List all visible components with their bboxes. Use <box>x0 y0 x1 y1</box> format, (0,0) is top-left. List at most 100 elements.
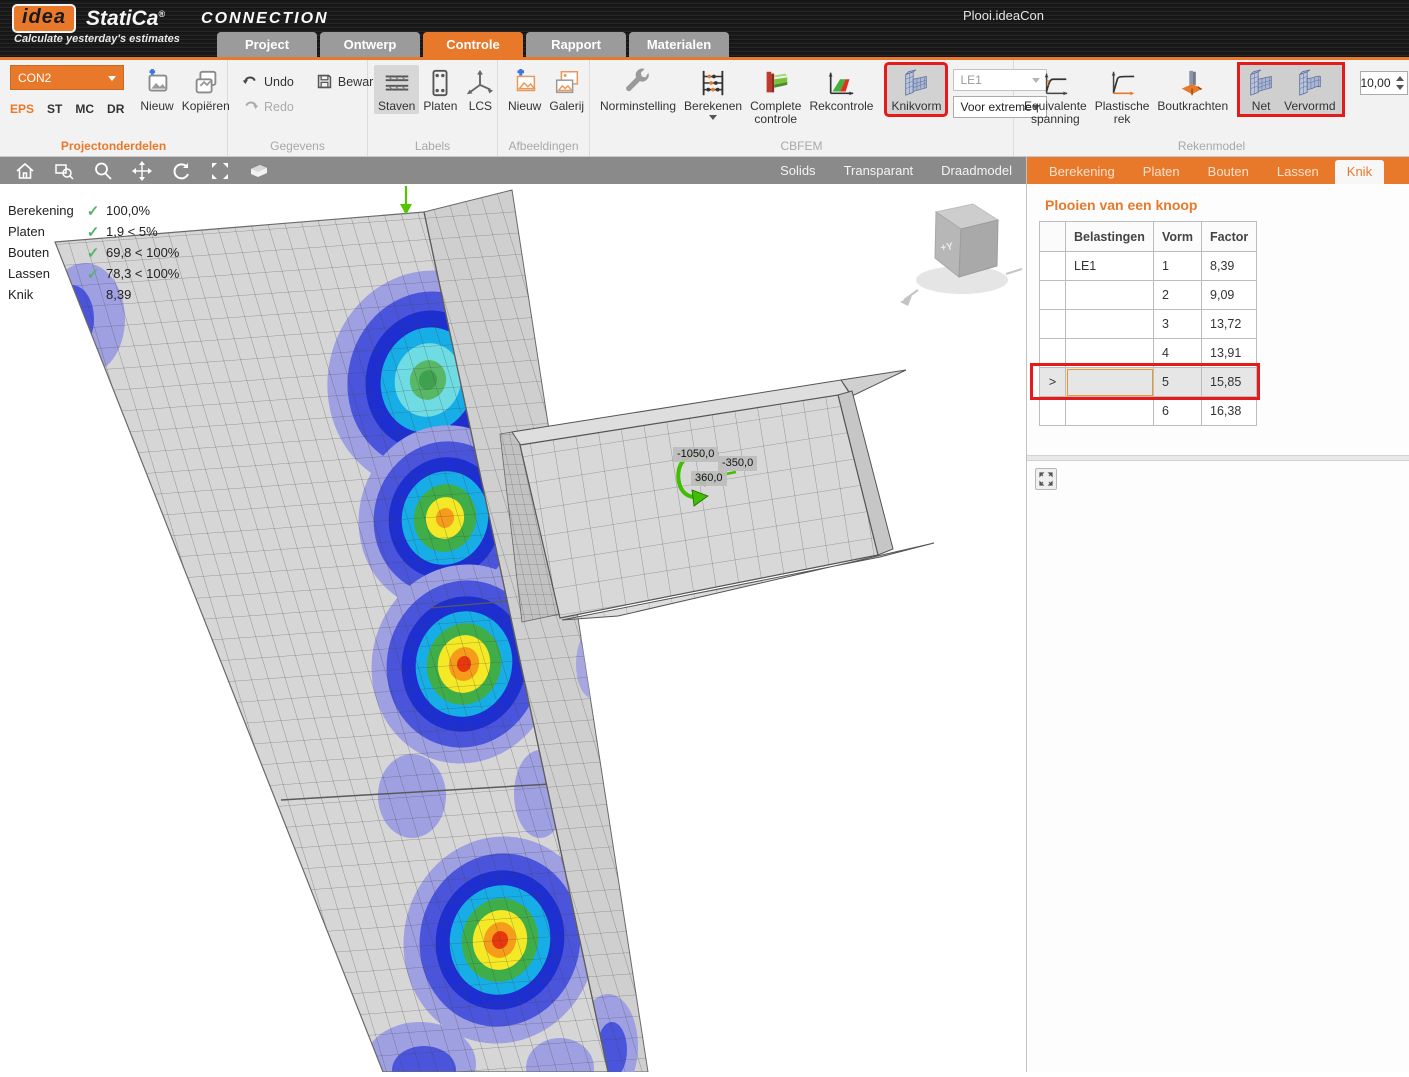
home-view-icon[interactable] <box>14 160 36 182</box>
buckling-shape-rendering: +Y <box>0 184 1026 1072</box>
results-tab-platen[interactable]: Platen <box>1131 160 1192 184</box>
zoom-icon[interactable] <box>92 160 114 182</box>
ribbon-group-rekenmodel: Equivalente spanning Plastische rek Bout… <box>1014 60 1409 156</box>
chevron-down-icon <box>108 76 116 81</box>
statica-logo-text: StatiCa® <box>86 7 165 31</box>
tab-materialen[interactable]: Materialen <box>629 32 729 57</box>
results-tab-berekening[interactable]: Berekening <box>1037 160 1127 184</box>
table-row-selected[interactable]: > 5 15,85 <box>1040 368 1257 397</box>
viewport-toolbar: Solids Transparant Draadmodel <box>0 157 1026 184</box>
plate-icon <box>425 68 455 98</box>
expand-icon <box>1039 472 1053 486</box>
new-item-button[interactable]: Nieuw <box>136 65 177 114</box>
spinner-up-icon[interactable] <box>1396 76 1404 81</box>
check-ok-icon: ✓ <box>80 265 106 283</box>
panel-divider <box>1027 455 1409 461</box>
strain-check-button[interactable]: Rekcontrole <box>805 65 877 114</box>
strain-check-icon <box>826 68 856 98</box>
status-row-bouten: Bouten ✓ 69,8 < 100% <box>8 242 179 263</box>
mode-eps[interactable]: EPS <box>10 102 34 116</box>
row-selection-marker: > <box>1040 368 1066 397</box>
deformation-scale-spinner[interactable]: 10,00 <box>1360 71 1408 95</box>
complete-check-button[interactable]: Complete controle <box>746 65 805 127</box>
app-logo: idea StatiCa® CONNECTION <box>12 4 329 33</box>
tab-ontwerp[interactable]: Ontwerp <box>320 32 420 57</box>
gallery-button[interactable]: Galerij <box>545 65 588 114</box>
wrench-icon <box>623 68 653 98</box>
table-row[interactable]: 4 13,91 <box>1040 339 1257 368</box>
redo-button[interactable]: Redo <box>242 98 294 115</box>
save-icon <box>316 73 333 90</box>
ribbon: CON2 EPS ST MC DR Nieuw Kopiëren Project… <box>0 60 1409 157</box>
mesh-deformed-group: Net Vervormd <box>1240 65 1341 114</box>
complete-check-icon <box>761 68 791 98</box>
buckling-shape-button[interactable]: Knikvorm <box>887 65 945 114</box>
equivalent-stress-button[interactable]: Equivalente spanning <box>1020 65 1091 127</box>
strain-curve-icon <box>1107 68 1137 98</box>
abacus-icon <box>698 68 728 98</box>
mode-dr[interactable]: DR <box>107 102 124 116</box>
tab-project[interactable]: Project <box>217 32 317 57</box>
status-row-knik: Knik 8,39 <box>8 284 179 305</box>
tab-controle[interactable]: Controle <box>423 32 523 57</box>
spinner-down-icon[interactable] <box>1396 85 1404 90</box>
rotate-icon[interactable] <box>170 160 192 182</box>
status-row-berekening: Berekening ✓ 100,0% <box>8 200 179 221</box>
group-title: Afbeeldingen <box>498 138 589 156</box>
table-row[interactable]: LE1 1 8,39 <box>1040 252 1257 281</box>
results-tab-bouten[interactable]: Bouten <box>1196 160 1261 184</box>
copy-item-button[interactable]: Kopiëren <box>178 65 234 114</box>
view-mode-solids[interactable]: Solids <box>780 163 815 178</box>
view-cube[interactable]: +Y <box>900 204 1022 306</box>
group-title: CBFEM <box>590 138 1013 156</box>
stress-curve-icon <box>1040 68 1070 98</box>
expand-panel-button[interactable] <box>1035 468 1057 490</box>
bolt-forces-button[interactable]: Boutkrachten <box>1153 65 1232 114</box>
zoom-fit-icon[interactable] <box>209 160 231 182</box>
load-label-n: -1050,0 <box>673 447 718 462</box>
registered-mark: ® <box>158 9 165 19</box>
group-title: Projectonderdelen <box>0 138 227 156</box>
buckling-factors-table: Belastingen Vorm Factor LE1 1 8,39 2 9,0… <box>1039 221 1257 426</box>
mesh-button[interactable]: Net <box>1242 65 1280 114</box>
tab-rapport[interactable]: Rapport <box>526 32 626 57</box>
zoom-window-icon[interactable] <box>53 160 75 182</box>
results-tabbar: Berekening Platen Bouten Lassen Knik <box>1027 157 1409 184</box>
ribbon-group-gegevens: Undo Bewaren Redo Gegevens <box>228 60 368 156</box>
undo-button[interactable]: Undo <box>242 73 294 90</box>
connection-item-select[interactable]: CON2 <box>10 65 124 90</box>
view-mode-draadmodel[interactable]: Draadmodel <box>941 163 1012 178</box>
deformed-button[interactable]: Vervormd <box>1280 65 1339 114</box>
results-panel: Berekening Platen Bouten Lassen Knik Plo… <box>1026 157 1409 1072</box>
solid-box-icon[interactable] <box>248 160 270 182</box>
new-picture-button[interactable]: Nieuw <box>504 65 545 114</box>
pan-icon[interactable] <box>131 160 153 182</box>
mode-st[interactable]: ST <box>47 102 62 116</box>
code-setup-button[interactable]: Norminstelling <box>596 65 680 114</box>
table-row[interactable]: 2 9,09 <box>1040 281 1257 310</box>
lcs-labels-button[interactable]: LCS <box>461 65 499 114</box>
tagline: Calculate yesterday's estimates <box>14 33 180 45</box>
calculate-button[interactable]: Berekenen <box>680 65 746 121</box>
copy-icon <box>191 68 221 98</box>
plates-labels-button[interactable]: Platen <box>419 65 461 114</box>
check-ok-icon: ✓ <box>80 244 106 262</box>
view-mode-transparant[interactable]: Transparant <box>844 163 914 178</box>
load-label-vz: -350,0 <box>718 456 757 471</box>
check-ok-icon: ✓ <box>80 223 106 241</box>
results-tab-knik[interactable]: Knik <box>1335 160 1384 184</box>
view-cube-face-label: +Y <box>940 241 954 254</box>
status-row-lassen: Lassen ✓ 78,3 < 100% <box>8 263 179 284</box>
results-tab-lassen[interactable]: Lassen <box>1265 160 1331 184</box>
results-content: Plooien van een knoop Belastingen Vorm F… <box>1027 184 1409 1072</box>
model-3d-view[interactable]: +Y <box>0 184 1026 1072</box>
bolt-forces-icon <box>1178 68 1208 98</box>
analysis-mode-switch: EPS ST MC DR <box>10 102 124 116</box>
ribbon-group-labels: Staven Platen LCS Labels <box>368 60 498 156</box>
mode-mc[interactable]: MC <box>75 102 94 116</box>
plastic-strain-button[interactable]: Plastische rek <box>1091 65 1154 127</box>
members-labels-button[interactable]: Staven <box>374 65 419 114</box>
table-row[interactable]: 6 16,38 <box>1040 397 1257 426</box>
table-row[interactable]: 3 13,72 <box>1040 310 1257 339</box>
ribbon-group-cbfem: Norminstelling Berekenen Complete contro… <box>590 60 1014 156</box>
